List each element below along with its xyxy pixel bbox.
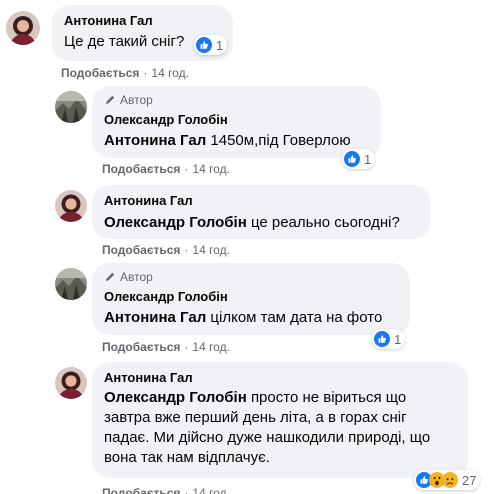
comment-body: 1450м,під Говерлою xyxy=(210,132,351,149)
like-button[interactable]: Подобається xyxy=(102,243,180,257)
comment-bubble: Антонина Гал Олександр Голобін це реальн… xyxy=(92,185,431,239)
comment-actions: Подобається · 14 год. xyxy=(102,340,230,354)
comment-actions: Подобається · 14 год. xyxy=(61,66,189,80)
comment-line: Олександр Голобін просто не віриться що xyxy=(104,388,456,408)
comment-text: Антонина Гал 1450м,під Говерлою xyxy=(104,131,369,151)
like-button[interactable]: Подобається xyxy=(102,340,180,354)
reaction-count: 1 xyxy=(364,151,372,167)
reaction-summary[interactable]: 1 xyxy=(342,149,376,169)
mention-link[interactable]: Антонина Гал xyxy=(104,309,206,326)
separator-dot: · xyxy=(184,340,189,354)
comment-author[interactable]: Антонина Гал xyxy=(104,369,456,386)
comment-timestamp[interactable]: 14 год. xyxy=(192,243,230,257)
avatar-photo-woman xyxy=(55,190,87,222)
comment-body: просто не віриться що xyxy=(250,389,407,406)
comment-bubble: Антонина Гал Олександр Голобін просто не… xyxy=(92,362,468,478)
author-badge-label: Автор xyxy=(120,270,153,284)
sad-icon xyxy=(442,472,458,488)
comment-timestamp[interactable]: 14 год. xyxy=(192,340,230,354)
reaction-summary[interactable]: 27 xyxy=(414,470,481,490)
comment-line: падає. Ми дійсно дуже нашкодили природі,… xyxy=(104,429,431,446)
mention-link[interactable]: Олександр Голобін xyxy=(104,389,247,406)
like-icon xyxy=(344,151,360,167)
comment-body: це реально сьогодні? xyxy=(250,214,400,231)
comment-author[interactable]: Антонина Гал xyxy=(64,12,221,29)
comment-bubble: Автор Олександр Голобін Антонина Гал ціл… xyxy=(92,263,410,335)
comment-author[interactable]: Олександр Голобін xyxy=(104,288,398,305)
pencil-icon xyxy=(104,94,116,106)
like-button[interactable]: Подобається xyxy=(61,66,139,80)
avatar-photo-landscape xyxy=(55,268,87,300)
avatar-photo-woman xyxy=(6,11,40,45)
separator-dot: · xyxy=(184,486,189,494)
separator-dot: · xyxy=(143,66,148,80)
comment-author[interactable]: Антонина Гал xyxy=(104,192,419,209)
reaction-count: 1 xyxy=(394,331,402,347)
like-icon xyxy=(196,37,212,53)
avatar-photo-landscape xyxy=(55,91,87,123)
reaction-count: 27 xyxy=(462,472,477,488)
avatar[interactable] xyxy=(55,268,87,300)
comment-line: завтра вже перший день літа, а в горах с… xyxy=(104,409,407,426)
avatar[interactable] xyxy=(55,91,87,123)
reaction-summary[interactable]: 1 xyxy=(372,329,406,349)
comment-body: цілком там дата на фото xyxy=(210,309,383,326)
avatar[interactable] xyxy=(55,367,87,399)
pencil-icon xyxy=(104,271,116,283)
comment-timestamp[interactable]: 14 год. xyxy=(192,486,230,494)
separator-dot: · xyxy=(184,243,189,257)
like-button[interactable]: Подобається xyxy=(102,486,180,494)
comment-author[interactable]: Олександр Голобін xyxy=(104,111,369,128)
like-icon xyxy=(374,331,390,347)
separator-dot: · xyxy=(184,162,189,176)
comment-bubble: Автор Олександр Голобін Антонина Гал 145… xyxy=(92,86,381,158)
avatar-photo-woman xyxy=(55,367,87,399)
comment-timestamp[interactable]: 14 год. xyxy=(192,162,230,176)
author-badge: Автор xyxy=(104,269,398,285)
comment-actions: Подобається · 14 год. xyxy=(102,162,230,176)
comment-text: Олександр Голобін просто не віриться що … xyxy=(104,388,456,468)
avatar[interactable] xyxy=(6,11,40,45)
comment-text: Олександр Голобін це реально сьогодні? xyxy=(104,213,419,233)
author-badge: Автор xyxy=(104,92,369,108)
avatar[interactable] xyxy=(55,190,87,222)
comment-line: вона так нам відплачує. xyxy=(104,449,270,466)
mention-link[interactable]: Антонина Гал xyxy=(104,132,206,149)
reaction-count: 1 xyxy=(216,37,224,53)
comment-timestamp[interactable]: 14 год. xyxy=(151,66,189,80)
reaction-summary[interactable]: 1 xyxy=(194,35,228,55)
comment-text: Антонина Гал цілком там дата на фото xyxy=(104,308,398,328)
comment-actions: Подобається · 14 год. xyxy=(102,243,230,257)
mention-link[interactable]: Олександр Голобін xyxy=(104,214,247,231)
like-button[interactable]: Подобається xyxy=(102,162,180,176)
comment-actions: Подобається · 14 год. xyxy=(102,486,230,494)
author-badge-label: Автор xyxy=(120,93,153,107)
